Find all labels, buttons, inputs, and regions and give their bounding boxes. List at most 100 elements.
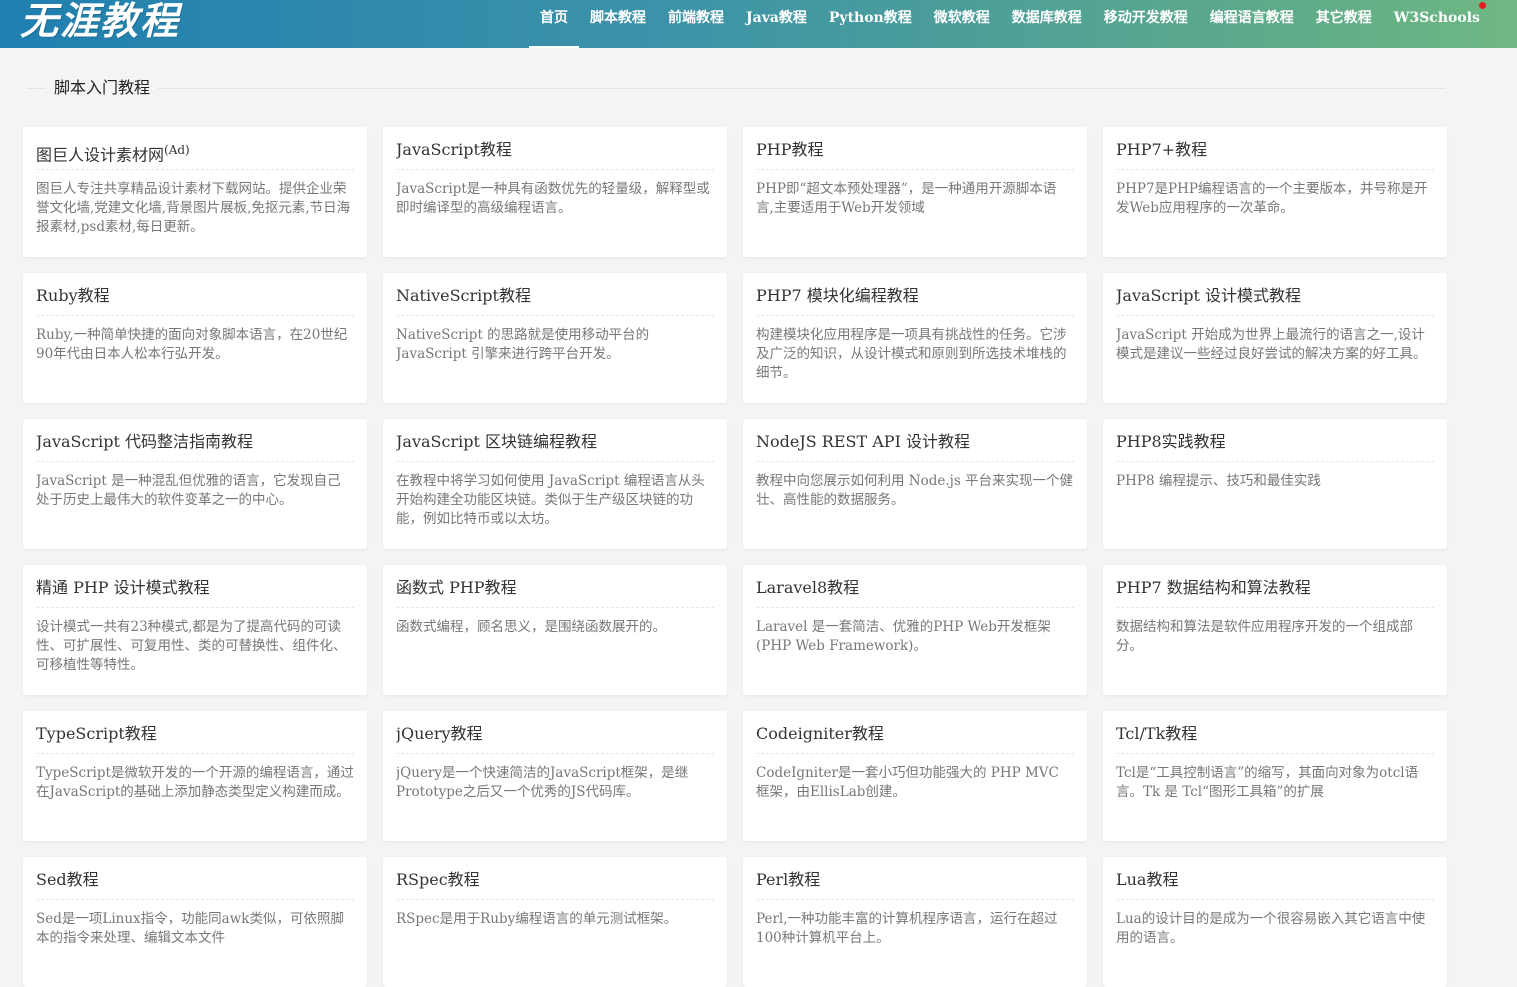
ad-badge: (Ad): [164, 143, 190, 157]
card-title[interactable]: Laravel8教程: [756, 577, 1074, 608]
card-description: Ruby,一种简单快捷的面向对象脚本语言，在20世纪90年代由日本人松本行弘开发…: [36, 327, 348, 362]
tutorial-card[interactable]: JavaScript 设计模式教程 JavaScript 开始成为世界上最流行的语…: [1103, 273, 1447, 403]
card-title-text: Tcl/Tk教程: [1116, 724, 1198, 743]
card-title[interactable]: PHP8实践教程: [1116, 431, 1434, 462]
card-title[interactable]: NativeScript教程: [396, 285, 714, 316]
card-title[interactable]: Codeigniter教程: [756, 723, 1074, 754]
card-title-text: Laravel8教程: [756, 578, 860, 597]
card-title[interactable]: JavaScript 设计模式教程: [1116, 285, 1434, 316]
nav-item-10[interactable]: W3Schools: [1383, 0, 1491, 48]
tutorial-card[interactable]: NodeJS REST API 设计教程教程中向您展示如何利用 Node.js …: [743, 419, 1087, 549]
tutorial-card[interactable]: TypeScript教程 TypeScript是微软开发的一个开源的编程语言，通过…: [23, 711, 367, 841]
card-title-text: JavaScript教程: [396, 140, 512, 159]
nav-item-9[interactable]: 其它教程: [1305, 0, 1383, 48]
card-description: PHP7是PHP编程语言的一个主要版本，并号称是开发Web应用程序的一次革命。: [1116, 181, 1428, 216]
tutorial-card[interactable]: NativeScript教程 NativeScript 的思路就是使用移动平台的 …: [383, 273, 727, 403]
card-description: JavaScript 开始成为世界上最流行的语言之一,设计模式是建议一些经过良好…: [1116, 327, 1427, 362]
card-description: CodeIgniter是一套小巧但功能强大的 PHP MVC 框架，由Ellis…: [756, 765, 1059, 800]
nav-item-2[interactable]: 前端教程: [657, 0, 735, 48]
card-title-text: PHP8实践教程: [1116, 432, 1226, 451]
card-title-text: Codeigniter教程: [756, 724, 884, 743]
section-divider: [26, 88, 1446, 89]
card-title[interactable]: PHP7+教程: [1116, 139, 1434, 170]
card-title[interactable]: Sed教程: [36, 869, 354, 900]
card-title[interactable]: JavaScript 区块链编程教程: [396, 431, 714, 462]
card-description: 设计模式一共有23种模式,都是为了提高代码的可读性、可扩展性、可复用性、类的可替…: [36, 619, 347, 673]
main-nav: 首页 脚本教程 前端教程 Java教程 Python教程 微软教程 数据库教程 移动开发教程 编…: [529, 0, 1491, 48]
notification-dot: [1478, 2, 1486, 9]
tutorial-card[interactable]: JavaScript 代码整洁指南教程 JavaScript 是一种混乱但优雅的语…: [23, 419, 367, 549]
card-title-text: Lua教程: [1116, 870, 1179, 889]
nav-item-8[interactable]: 编程语言教程: [1199, 0, 1305, 48]
card-title[interactable]: PHP7 模块化编程教程: [756, 285, 1074, 316]
nav-item-4[interactable]: Python教程: [818, 0, 923, 48]
tutorial-card[interactable]: Tcl/Tk教程 Tcl是“工具控制语言”的缩写，其面向对象为otcl语言。Tk …: [1103, 711, 1447, 841]
nav-item-0[interactable]: 首页: [529, 0, 579, 48]
card-title[interactable]: Perl教程: [756, 869, 1074, 900]
tutorial-card[interactable]: 图巨人设计素材网(Ad) 图巨人专注共享精品设计素材下载网站。提供企业荣誉文化墙,…: [23, 127, 367, 257]
tutorial-card[interactable]: JavaScript 区块链编程教程在教程中将学习如何使用 JavaScript…: [383, 419, 727, 549]
tutorial-card[interactable]: jQuery教程 jQuery是一个快速简洁的JavaScript框架，是继Pro…: [383, 711, 727, 841]
nav-item-label: 前端教程: [668, 10, 724, 26]
tutorial-card[interactable]: Laravel8教程 Laravel 是一套简洁、优雅的PHP Web开发框架(P…: [743, 565, 1087, 695]
card-title[interactable]: Tcl/Tk教程: [1116, 723, 1434, 754]
card-description: PHP8 编程提示、技巧和最佳实践: [1116, 473, 1321, 489]
card-title[interactable]: jQuery教程: [396, 723, 714, 754]
card-title[interactable]: 图巨人设计素材网(Ad): [36, 139, 354, 170]
tutorial-card[interactable]: Perl教程 Perl,一种功能丰富的计算机程序语言，运行在超过100种计算机平台…: [743, 857, 1087, 987]
nav-item-5[interactable]: 微软教程: [923, 0, 1001, 48]
tutorial-card[interactable]: Ruby教程 Ruby,一种简单快捷的面向对象脚本语言，在20世纪90年代由日本人…: [23, 273, 367, 403]
card-title[interactable]: 函数式 PHP教程: [396, 577, 714, 608]
card-description: 图巨人专注共享精品设计素材下载网站。提供企业荣誉文化墙,党建文化墙,背景图片展板…: [36, 181, 351, 235]
card-title[interactable]: RSpec教程: [396, 869, 714, 900]
card-title[interactable]: PHP7 数据结构和算法教程: [1116, 577, 1434, 608]
tutorial-card[interactable]: PHP7 模块化编程教程构建模块化应用程序是一项具有挑战性的任务。它涉及广泛的知…: [743, 273, 1087, 403]
nav-item-7[interactable]: 移动开发教程: [1093, 0, 1199, 48]
tutorial-card[interactable]: PHP8实践教程 PHP8 编程提示、技巧和最佳实践: [1103, 419, 1447, 549]
card-description: JavaScript 是一种混乱但优雅的语言，它发现自己处于历史上最伟大的软件变…: [36, 473, 341, 508]
tutorial-card[interactable]: Codeigniter教程 CodeIgniter是一套小巧但功能强大的 PHP …: [743, 711, 1087, 841]
tutorial-card[interactable]: RSpec教程 RSpec是用于Ruby编程语言的单元测试框架。: [383, 857, 727, 987]
card-title[interactable]: Ruby教程: [36, 285, 354, 316]
nav-item-label: 首页: [540, 10, 568, 26]
card-description: PHP即“超文本预处理器”，是一种通用开源脚本语言,主要适用于Web开发领域: [756, 181, 1057, 216]
tutorial-grid: 图巨人设计素材网(Ad) 图巨人专注共享精品设计素材下载网站。提供企业荣誉文化墙,…: [23, 127, 1447, 987]
nav-item-1[interactable]: 脚本教程: [579, 0, 657, 48]
card-description: Sed是一项Linux指令，功能同awk类似，可依照脚本的指令来处理、编辑文本文…: [36, 911, 344, 946]
card-title-text: PHP7 数据结构和算法教程: [1116, 578, 1311, 597]
card-title-text: PHP7 模块化编程教程: [756, 286, 919, 305]
top-header: 无涯教程 首页 脚本教程 前端教程 Java教程 Python教程 微软教程 数据库教程 移动…: [0, 0, 1517, 48]
tutorial-card[interactable]: 精通 PHP 设计模式教程设计模式一共有23种模式,都是为了提高代码的可读性、可…: [23, 565, 367, 695]
card-description: Laravel 是一套简洁、优雅的PHP Web开发框架(PHP Web Fra…: [756, 619, 1051, 654]
tutorial-card[interactable]: 函数式 PHP教程 函数式编程，顾名思义，是围绕函数展开的。: [383, 565, 727, 695]
nav-item-label: 移动开发教程: [1103, 10, 1188, 26]
tutorial-card[interactable]: Lua教程 Lua的设计目的是成为一个很容易嵌入其它语言中使用的语言。: [1103, 857, 1447, 987]
card-description: JavaScript是一种具有函数优先的轻量级，解释型或即时编译型的高级编程语言…: [396, 181, 710, 216]
section-title: 脚本入门教程: [46, 76, 159, 100]
nav-item-6[interactable]: 数据库教程: [1001, 0, 1093, 48]
card-title[interactable]: TypeScript教程: [36, 723, 354, 754]
card-title-text: JavaScript 代码整洁指南教程: [36, 432, 253, 451]
tutorial-card[interactable]: Sed教程 Sed是一项Linux指令，功能同awk类似，可依照脚本的指令来处理、…: [23, 857, 367, 987]
tutorial-card[interactable]: PHP7+教程 PHP7是PHP编程语言的一个主要版本，并号称是开发Web应用程序…: [1103, 127, 1447, 257]
tutorial-card[interactable]: PHP教程 PHP即“超文本预处理器”，是一种通用开源脚本语言,主要适用于Web开…: [743, 127, 1087, 257]
nav-item-label: Java教程: [746, 10, 807, 26]
card-description: 教程中向您展示如何利用 Node.js 平台来实现一个健壮、高性能的数据服务。: [756, 473, 1074, 508]
card-description: RSpec是用于Ruby编程语言的单元测试框架。: [396, 911, 678, 927]
card-title-text: Sed教程: [36, 870, 99, 889]
card-title[interactable]: PHP教程: [756, 139, 1074, 170]
card-title[interactable]: JavaScript 代码整洁指南教程: [36, 431, 354, 462]
tutorial-card[interactable]: PHP7 数据结构和算法教程 数据结构和算法是软件应用程序开发的一个组成部分。: [1103, 565, 1447, 695]
card-title[interactable]: NodeJS REST API 设计教程: [756, 431, 1074, 462]
nav-item-label: W3Schools: [1393, 10, 1480, 26]
card-title-text: TypeScript教程: [36, 724, 157, 743]
card-title[interactable]: 精通 PHP 设计模式教程: [36, 577, 354, 608]
card-title[interactable]: Lua教程: [1116, 869, 1434, 900]
tutorial-card[interactable]: JavaScript教程 JavaScript是一种具有函数优先的轻量级，解释型或…: [383, 127, 727, 257]
card-title[interactable]: JavaScript教程: [396, 139, 714, 170]
site-logo[interactable]: 无涯教程: [20, 0, 180, 48]
card-title-text: NativeScript教程: [396, 286, 531, 305]
card-description: 在教程中将学习如何使用 JavaScript 编程语言从头开始构建全功能区块链。…: [396, 473, 705, 527]
nav-item-3[interactable]: Java教程: [735, 0, 818, 48]
card-description: 构建模块化应用程序是一项具有挑战性的任务。它涉及广泛的知识，从设计模式和原则到所…: [756, 327, 1067, 381]
